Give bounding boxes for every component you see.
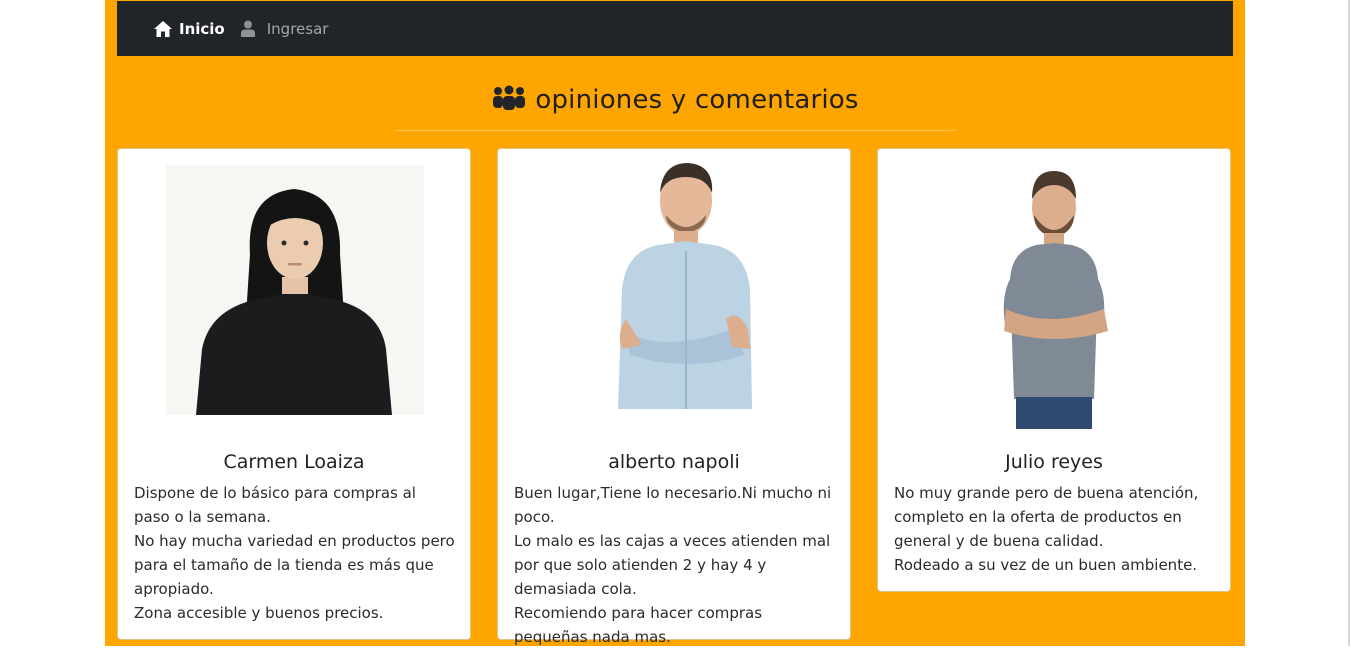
review-text: Buen lugar,Tiene lo necesario.Ni mucho n… [514, 481, 836, 649]
review-line: Recomiendo para hacer compras pequeñas n… [514, 604, 763, 646]
nav-home-label: Inicio [179, 19, 225, 38]
review-text: Dispone de lo básico para compras al pas… [134, 481, 456, 625]
reviewer-photo [918, 159, 1190, 429]
review-card: Carmen Loaiza Dispone de lo básico para … [117, 148, 471, 640]
reviewer-name: alberto napoli [608, 451, 740, 473]
reviewer-name: Julio reyes [1005, 451, 1103, 473]
reviewer-photo [538, 159, 810, 429]
page-container: Inicio Ingresar opiniones y comentarios … [105, 0, 1245, 646]
review-line: Dispone de lo básico para compras al pas… [134, 484, 416, 526]
reviewer-photo [158, 159, 430, 429]
review-card: alberto napoli Buen lugar,Tiene lo neces… [497, 148, 851, 646]
users-group-icon [491, 85, 527, 115]
nav-home-link[interactable]: Inicio [153, 1, 225, 56]
heading-divider [395, 130, 955, 131]
reviewer-name: Carmen Loaiza [223, 451, 365, 473]
user-icon [240, 20, 255, 37]
navbar: Inicio Ingresar [117, 1, 1233, 56]
review-card: Julio reyes No muy grande pero de buena … [877, 148, 1231, 592]
review-line: Lo malo es las cajas a veces atienden ma… [514, 532, 831, 598]
review-line: No hay mucha variedad en productos pero … [134, 532, 455, 598]
home-icon [153, 20, 173, 38]
review-line: No muy grande pero de buena atención, co… [894, 484, 1199, 550]
review-text: No muy grande pero de buena atención, co… [894, 481, 1216, 577]
nav-login-link[interactable]: Ingresar [240, 1, 329, 56]
review-line: Buen lugar,Tiene lo necesario.Ni mucho n… [514, 484, 832, 526]
review-line: Zona accesible y buenos precios. [134, 604, 384, 622]
section-heading: opiniones y comentarios [105, 82, 1245, 118]
nav-login-label: Ingresar [266, 19, 329, 38]
section-title: opiniones y comentarios [535, 85, 859, 115]
review-line: Rodeado a su vez de un buen ambiente. [894, 556, 1198, 574]
